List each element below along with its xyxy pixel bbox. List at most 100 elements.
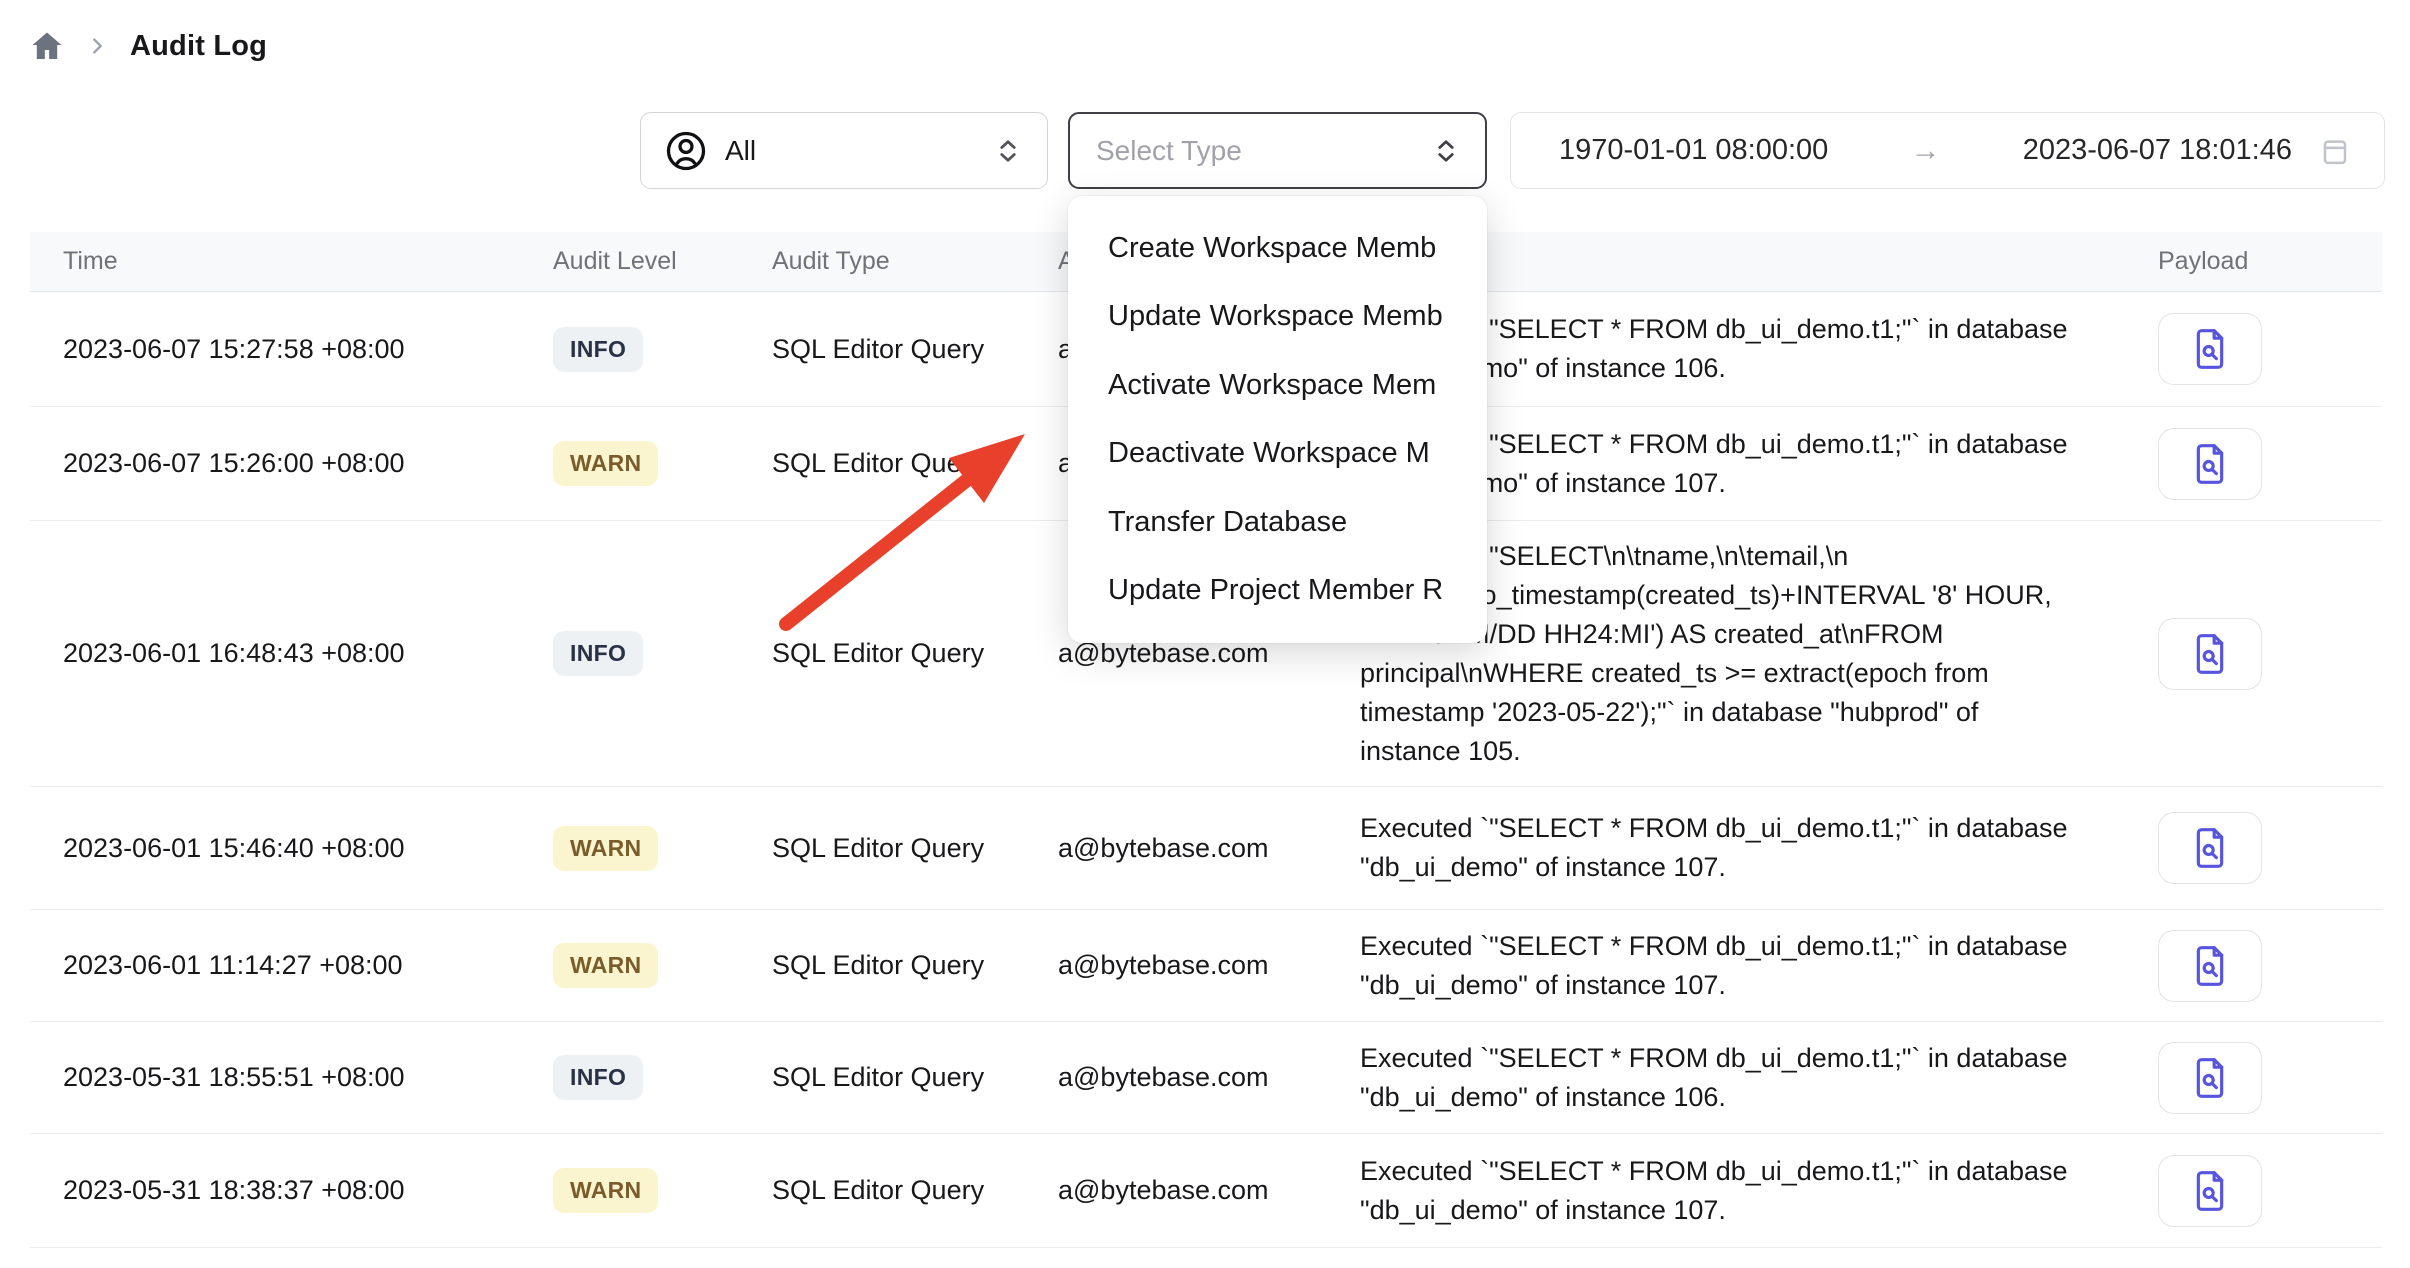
audit-level-cell: WARN bbox=[553, 787, 658, 909]
audit-level-cell: WARN bbox=[553, 407, 658, 520]
comment-line: principal\nWHERE created_ts >= extract(e… bbox=[1360, 654, 1989, 693]
actor-cell: a@bytebase.com bbox=[1058, 1134, 1269, 1247]
header-audit-type: Audit Type bbox=[772, 232, 890, 291]
payload-button[interactable] bbox=[2158, 812, 2262, 884]
time-cell: 2023-05-31 18:55:51 +08:00 bbox=[63, 1022, 405, 1133]
actor-cell: a@bytebase.com bbox=[1058, 787, 1269, 909]
dropdown-option[interactable]: Activate Workspace Mem bbox=[1068, 351, 1487, 420]
payload-button[interactable] bbox=[2158, 428, 2262, 500]
comment-cell: Executed `"SELECT * FROM db_ui_demo.t1;"… bbox=[1360, 787, 2108, 909]
file-search-icon bbox=[2190, 441, 2230, 487]
comment-line: "db_ui_demo" of instance 107. bbox=[1360, 966, 1726, 1005]
audit-type-cell: SQL Editor Query bbox=[772, 1022, 984, 1133]
file-search-icon bbox=[2190, 825, 2230, 871]
calendar-icon bbox=[2320, 135, 2350, 167]
payload-cell bbox=[2158, 407, 2262, 520]
breadcrumb: Audit Log bbox=[30, 26, 267, 66]
file-search-icon bbox=[2190, 326, 2230, 372]
time-cell: 2023-06-07 15:27:58 +08:00 bbox=[63, 292, 405, 406]
comment-line: timestamp '2023-05-22');"` in database "… bbox=[1360, 693, 1978, 732]
audit-level-cell: INFO bbox=[553, 292, 643, 406]
dropdown-option[interactable]: Deactivate Workspace M bbox=[1068, 420, 1487, 489]
audit-level-badge: WARN bbox=[553, 943, 658, 988]
comment-line: Executed `"SELECT * FROM db_ui_demo.t1;"… bbox=[1360, 1152, 2068, 1191]
comment-line: "db_ui_demo" of instance 107. bbox=[1360, 1191, 1726, 1230]
file-search-icon bbox=[2190, 943, 2230, 989]
audit-level-badge: INFO bbox=[553, 631, 643, 676]
audit-level-cell: INFO bbox=[553, 1022, 643, 1133]
payload-cell bbox=[2158, 292, 2262, 406]
type-select-placeholder: Select Type bbox=[1096, 135, 1242, 167]
audit-type-cell: SQL Editor Query bbox=[772, 1134, 984, 1247]
header-payload: Payload bbox=[2158, 232, 2248, 291]
audit-level-badge: WARN bbox=[553, 826, 658, 871]
audit-level-badge: INFO bbox=[553, 1055, 643, 1100]
payload-button[interactable] bbox=[2158, 1042, 2262, 1114]
comment-line: "db_ui_demo" of instance 107. bbox=[1360, 848, 1726, 887]
dropdown-option[interactable]: Transfer Database bbox=[1068, 488, 1487, 557]
payload-cell bbox=[2158, 787, 2262, 909]
time-cell: 2023-06-01 16:48:43 +08:00 bbox=[63, 521, 405, 786]
table-row: 2023-06-01 15:46:40 +08:00 WARN SQL Edit… bbox=[30, 787, 2382, 910]
header-time: Time bbox=[63, 232, 118, 291]
payload-button[interactable] bbox=[2158, 313, 2262, 385]
comment-line: Executed `"SELECT * FROM db_ui_demo.t1;"… bbox=[1360, 927, 2068, 966]
payload-cell bbox=[2158, 910, 2262, 1021]
payload-cell bbox=[2158, 1022, 2262, 1133]
table-row: 2023-05-31 18:38:37 +08:00 WARN SQL Edit… bbox=[30, 1134, 2382, 1248]
file-search-icon bbox=[2190, 631, 2230, 677]
time-cell: 2023-05-31 18:38:37 +08:00 bbox=[63, 1134, 405, 1247]
time-cell: 2023-06-01 15:46:40 +08:00 bbox=[63, 787, 405, 909]
dropdown-option[interactable]: Update Project Member R bbox=[1068, 557, 1487, 626]
audit-level-badge: WARN bbox=[553, 1168, 658, 1213]
audit-level-badge: INFO bbox=[553, 327, 643, 372]
audit-type-cell: SQL Editor Query bbox=[772, 407, 984, 520]
audit-log-page: Audit Log All Select Type 1970-01-01 08:… bbox=[0, 0, 2410, 1268]
audit-type-cell: SQL Editor Query bbox=[772, 787, 984, 909]
payload-cell bbox=[2158, 521, 2262, 786]
audit-level-cell: INFO bbox=[553, 521, 643, 786]
payload-button[interactable] bbox=[2158, 618, 2262, 690]
person-circle-icon bbox=[665, 130, 707, 172]
comment-cell: Executed `"SELECT * FROM db_ui_demo.t1;"… bbox=[1360, 910, 2108, 1021]
comment-line: "db_ui_demo" of instance 106. bbox=[1360, 1078, 1726, 1117]
audit-level-badge: WARN bbox=[553, 441, 658, 486]
dropdown-option[interactable]: Create Workspace Memb bbox=[1068, 214, 1487, 283]
page-title: Audit Log bbox=[130, 30, 267, 63]
actor-filter-select[interactable]: All bbox=[640, 112, 1048, 189]
audit-level-cell: WARN bbox=[553, 910, 658, 1021]
table-row: 2023-06-01 11:14:27 +08:00 WARN SQL Edit… bbox=[30, 910, 2382, 1022]
payload-button[interactable] bbox=[2158, 930, 2262, 1002]
dropdown-option[interactable]: Update Workspace Memb bbox=[1068, 283, 1487, 352]
date-range-picker[interactable]: 1970-01-01 08:00:00 → 2023-06-07 18:01:4… bbox=[1510, 112, 2385, 189]
chevron-up-down-icon bbox=[1431, 134, 1461, 168]
table-row: 2023-05-31 18:55:51 +08:00 INFO SQL Edit… bbox=[30, 1022, 2382, 1134]
comment-cell: Executed `"SELECT * FROM db_ui_demo.t1;"… bbox=[1360, 1134, 2108, 1247]
type-filter-select[interactable]: Select Type bbox=[1068, 112, 1487, 189]
end-date: 2023-06-07 18:01:46 bbox=[2023, 134, 2292, 167]
comment-line: Executed `"SELECT * FROM db_ui_demo.t1;"… bbox=[1360, 1039, 2068, 1078]
comment-line: instance 105. bbox=[1360, 732, 1521, 771]
range-arrow-icon: → bbox=[1828, 134, 2022, 168]
audit-type-cell: SQL Editor Query bbox=[772, 910, 984, 1021]
actor-select-value: All bbox=[725, 135, 756, 167]
header-audit-level: Audit Level bbox=[553, 232, 677, 291]
time-cell: 2023-06-01 11:14:27 +08:00 bbox=[63, 910, 403, 1021]
file-search-icon bbox=[2190, 1168, 2230, 1214]
actor-cell: a@bytebase.com bbox=[1058, 910, 1269, 1021]
chevron-up-down-icon bbox=[993, 134, 1023, 168]
file-search-icon bbox=[2190, 1055, 2230, 1101]
payload-button[interactable] bbox=[2158, 1155, 2262, 1227]
time-cell: 2023-06-07 15:26:00 +08:00 bbox=[63, 407, 405, 520]
start-date: 1970-01-01 08:00:00 bbox=[1559, 134, 1828, 167]
actor-cell: a@bytebase.com bbox=[1058, 1022, 1269, 1133]
audit-type-cell: SQL Editor Query bbox=[772, 521, 984, 786]
audit-type-cell: SQL Editor Query bbox=[772, 292, 984, 406]
comment-line: Executed `"SELECT * FROM db_ui_demo.t1;"… bbox=[1360, 809, 2068, 848]
breadcrumb-chevron-icon bbox=[86, 35, 108, 57]
comment-cell: Executed `"SELECT * FROM db_ui_demo.t1;"… bbox=[1360, 1022, 2108, 1133]
home-icon[interactable] bbox=[30, 29, 64, 63]
type-dropdown-menu: Create Workspace MembUpdate Workspace Me… bbox=[1068, 196, 1487, 643]
audit-level-cell: WARN bbox=[553, 1134, 658, 1247]
payload-cell bbox=[2158, 1134, 2262, 1247]
